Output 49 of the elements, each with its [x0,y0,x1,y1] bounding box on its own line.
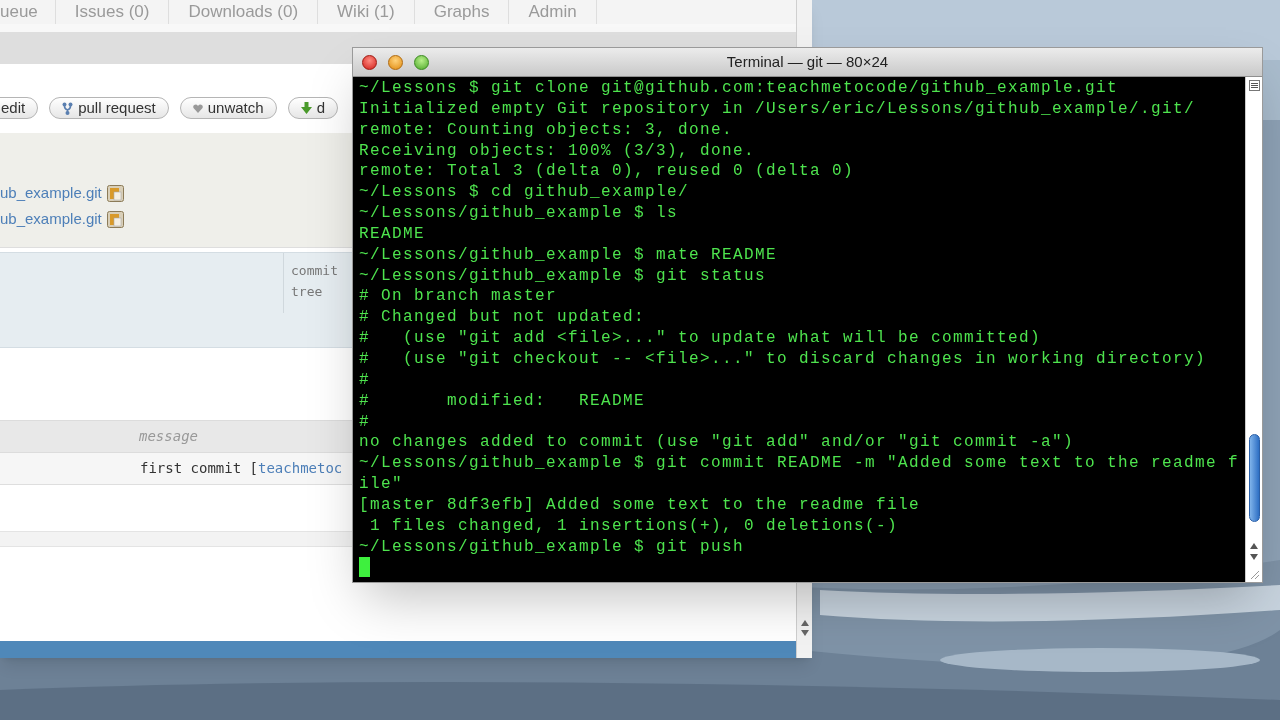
d-button[interactable]: d [287,97,338,119]
scroll-thumb[interactable] [1249,434,1260,522]
terminal-line: remote: Counting objects: 3, done. [359,119,735,141]
terminal-line: ~/Lessons/github_example $ git status [359,265,768,287]
clone-url-link[interactable]: ub_example.git [0,181,102,205]
zoom-button[interactable] [414,54,429,70]
terminal-line: # modified: README [359,390,647,412]
terminal-line: README [359,223,426,245]
terminal-line: # (use "git add <file>..." to update what will be committed) [359,328,1043,349]
column-header: message [139,427,198,446]
terminal-line: Initialized empty Git repository in /Users/eric/Lessons/github_example/.git/ [359,98,1197,120]
close-button[interactable] [362,54,377,70]
unwatch-button[interactable]: unwatch [179,97,277,119]
terminal-line: Receiving objects: 100% (3/3), done. [359,140,757,162]
commit-label: tree [291,283,324,301]
terminal-line: ~/Lessons/github_example $ git commit README -m "Added some text to the readme f [359,453,1241,475]
terminal-line: # (use "git checkout -- <file>..." to discard changes in working directory) [359,348,1208,370]
author-link[interactable]: teachmetoc [258,460,343,476]
terminal-line: ~/Lessons $ cd github_example/ [359,182,691,204]
heart-icon [192,103,203,113]
clone-url-link[interactable]: ub_example.git [0,207,102,231]
minimize-button[interactable] [388,54,403,70]
clipboard-icon[interactable] [106,210,124,228]
fork-icon [62,101,74,115]
terminal-line: # [359,369,371,391]
terminal-line: # [359,411,371,433]
terminal-line: ~/Lessons/github_example $ git push [359,536,746,558]
terminal-line: ~/Lessons $ git clone git@github.com:teachmetocode/github_example.git [359,78,1120,99]
terminal-line: # On branch master [359,286,559,308]
terminal-line: 1 files changed, 1 insertions(+), 0 deletions(-) [369,515,900,537]
cursor [359,557,370,578]
window-title: Terminal — git — 80×24 [726,51,889,72]
clipboard-icon[interactable] [106,184,124,202]
terminal-line: ile" [359,474,404,495]
terminal-line: [master 8df3efb] Added some text to the readme file [359,494,922,516]
commit-message: first commit [teachmetoc [140,459,343,478]
terminal-line: no changes added to commit (use "git add" and/or "git commit -a") [359,432,1076,454]
scroll-up-icon[interactable] [1250,543,1258,549]
terminal-line: ~/Lessons/github_example $ ls [359,203,680,224]
edit-button[interactable]: edit [0,97,39,119]
scroll-down-icon[interactable] [1250,554,1258,560]
scroll-down-icon[interactable] [800,630,809,636]
resize-grip-icon[interactable] [1249,569,1260,580]
menu-icon[interactable] [1248,80,1260,91]
terminal-line: # Changed but not updated: [359,307,647,329]
commit-label: commit [291,262,338,280]
download-icon [300,102,312,114]
terminal-line: ~/Lessons/github_example $ mate README [359,244,779,266]
terminal-line: remote: Total 3 (delta 0), reused 0 (delta 0) [359,161,856,183]
